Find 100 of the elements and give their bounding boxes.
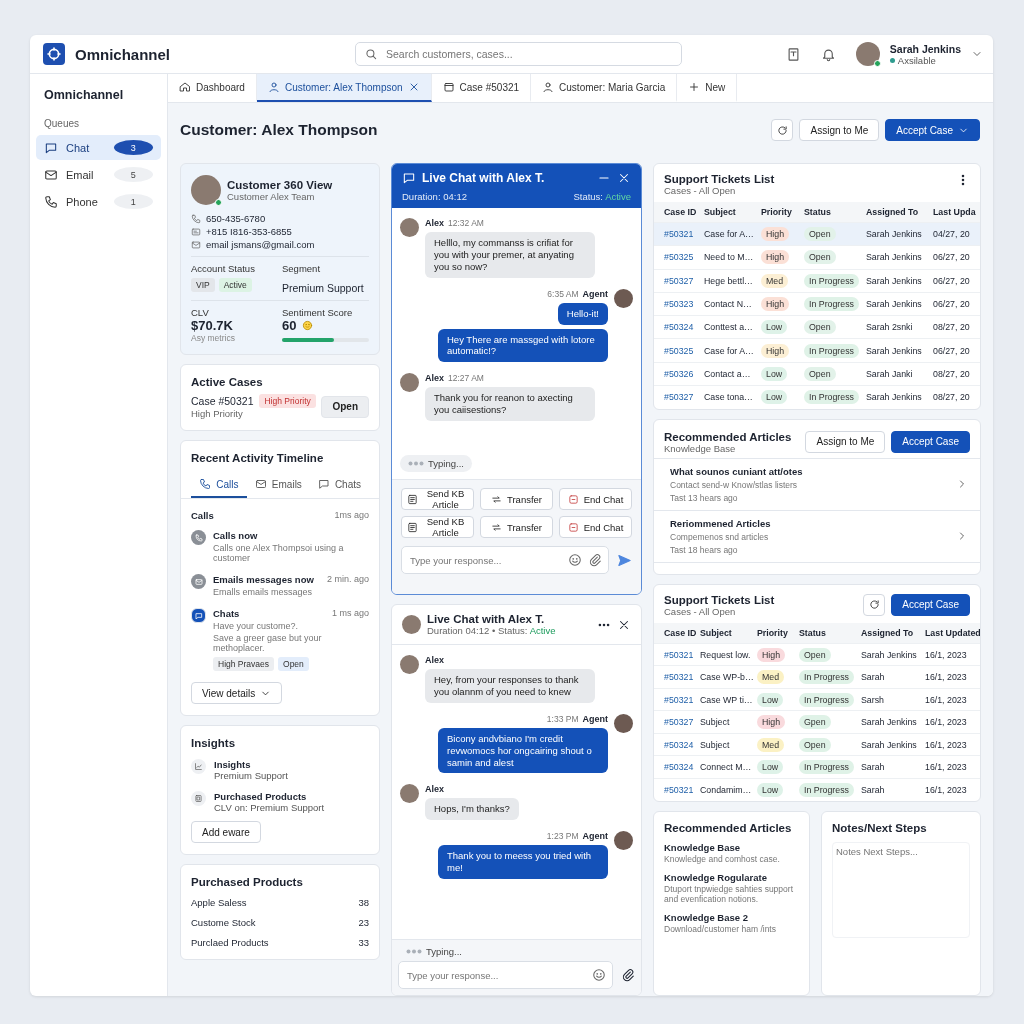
tab[interactable]: Emails bbox=[246, 472, 310, 498]
card-title: Notes/Next Steps bbox=[832, 821, 928, 834]
queue-item[interactable]: Chat 3 bbox=[36, 135, 161, 160]
online-status-icon bbox=[873, 60, 881, 67]
table-row[interactable]: #50323 Contact N… High In Progress Sarah Jenkins 06/27, 20 bbox=[654, 292, 980, 316]
table-cell: 16/1, 2023 bbox=[925, 755, 980, 779]
table-row[interactable]: #50327 Hege bettl… Med In Progress Sarah Jenkins 06/27, 20 bbox=[654, 269, 980, 293]
tab[interactable]: Chats bbox=[309, 472, 369, 498]
chat-status: Status: Active bbox=[573, 191, 631, 202]
accept-case-button[interactable]: Accept Case bbox=[891, 430, 970, 453]
column-header[interactable]: Status bbox=[799, 622, 861, 644]
action-button[interactable]: Send KB Article bbox=[401, 516, 474, 538]
column-header[interactable]: Assigned To bbox=[866, 202, 933, 223]
field-label: Sentiment Score bbox=[282, 307, 354, 318]
table-row[interactable]: #50324 Conttest a… Low Open Sarah 2snki 08/27, 20 bbox=[654, 315, 980, 339]
column-header[interactable]: Subject bbox=[704, 202, 761, 223]
message-input[interactable]: Type your response... bbox=[398, 961, 613, 989]
case-id-link[interactable]: #50324 bbox=[664, 322, 694, 333]
article-item[interactable]: Reriommened Articles Compemenos snd articles Tast 18 hears ago bbox=[654, 510, 980, 563]
action-button[interactable]: End Chat bbox=[559, 516, 632, 538]
case-id-link[interactable]: #50321 bbox=[664, 694, 694, 705]
open-button[interactable]: Open bbox=[321, 395, 369, 418]
table-cell: 06/27, 20 bbox=[933, 292, 980, 316]
table-row[interactable]: #50321 Case for A… High Open Sarah Jenkins 04/27, 20 bbox=[654, 222, 980, 246]
case-id-link[interactable]: #50326 bbox=[664, 368, 694, 379]
assign-button[interactable]: Assign to Me bbox=[805, 430, 886, 453]
table-row[interactable]: #50326 Contact a… Low Open Sarah Janki 08/27, 20 bbox=[654, 362, 980, 386]
agent-avatar bbox=[614, 713, 633, 733]
tab[interactable]: Customer: Alex Thompson bbox=[256, 74, 432, 102]
case-id-link[interactable]: #50323 bbox=[664, 299, 694, 310]
message-input[interactable]: Type your response... bbox=[401, 546, 609, 574]
clipboard-icon[interactable] bbox=[785, 46, 801, 62]
column-header[interactable]: Last Upda bbox=[933, 202, 980, 223]
message-input-text[interactable]: Type your response... bbox=[408, 553, 562, 567]
send-icon[interactable] bbox=[617, 552, 632, 568]
message-bubble: Hops, I'm thanks? bbox=[425, 798, 519, 821]
timeline-marker-icon bbox=[191, 574, 206, 589]
column-header[interactable]: Status bbox=[804, 202, 866, 223]
contact-text: 650-435-6780 bbox=[206, 213, 266, 224]
action-button[interactable]: Transfer bbox=[480, 488, 553, 510]
insight-text: CLV on: Premium Support bbox=[214, 802, 325, 813]
table-row[interactable]: #50325 Need to M… High Open Sarah Jenkins 06/27, 20 bbox=[654, 245, 980, 270]
assign-button[interactable]: Assign to Me bbox=[799, 119, 880, 141]
user-name: Sarah Jenkins bbox=[889, 42, 961, 55]
queue-item[interactable]: Phone 1 bbox=[36, 189, 161, 214]
tab[interactable]: Calls bbox=[191, 472, 247, 498]
column-header[interactable]: Case ID bbox=[654, 622, 700, 644]
column-header[interactable]: Case ID bbox=[654, 202, 704, 223]
insight-title: Purchased Products bbox=[214, 791, 308, 802]
status-badge: In Progress bbox=[804, 343, 859, 358]
case-id-link[interactable]: #50321 bbox=[664, 672, 694, 683]
article-title[interactable]: Knowledge Rogularate bbox=[664, 871, 799, 883]
card-subtitle: Knowledge Base bbox=[664, 442, 737, 454]
accept-case-button[interactable]: Accept Case bbox=[891, 593, 970, 616]
column-header[interactable]: Assigned To bbox=[861, 622, 925, 644]
queue-item[interactable]: Email 5 bbox=[36, 162, 161, 187]
case-id-link[interactable]: #50325 bbox=[664, 345, 694, 356]
article-title[interactable]: Knowledge Base bbox=[664, 841, 799, 853]
emoji-icon[interactable] bbox=[568, 553, 582, 567]
article-time: Tast 13 hears ago bbox=[670, 492, 739, 503]
table-cell: Conttest a… bbox=[704, 315, 761, 339]
column-header[interactable]: Priority bbox=[761, 202, 804, 223]
table-row[interactable]: #50325 Case for A… High In Progress Sarah Jenkins 06/27, 20 bbox=[654, 339, 980, 363]
action-button[interactable]: End Chat bbox=[559, 488, 632, 510]
search-input[interactable]: Search customers, cases... bbox=[384, 47, 674, 61]
article-item[interactable]: What sounos cuniant att/otes Contact send-w Know/stlas listers Tast 13 hears ago bbox=[654, 458, 980, 511]
refresh-button[interactable] bbox=[771, 119, 794, 141]
case-id-link[interactable]: #50327 bbox=[664, 275, 694, 286]
action-button[interactable]: Send KB Article bbox=[401, 488, 474, 510]
timestamp: 1 ms ago bbox=[331, 608, 369, 619]
column-header[interactable]: Subject bbox=[700, 622, 757, 644]
article-title[interactable]: Knowledge Base 2 bbox=[664, 911, 799, 923]
emoji-icon[interactable] bbox=[592, 968, 606, 982]
column-header[interactable]: Priority bbox=[757, 622, 799, 644]
product-name: Purclaed Products bbox=[191, 937, 269, 948]
case-id-link[interactable]: #50327 bbox=[664, 392, 694, 403]
refresh-button[interactable] bbox=[863, 593, 886, 616]
view-details-button[interactable]: View details bbox=[191, 682, 283, 704]
user-avatar[interactable] bbox=[855, 42, 880, 66]
accept-case-button[interactable]: Accept Case bbox=[885, 119, 980, 141]
article-title: What sounos cuniant att/otes bbox=[670, 465, 804, 477]
action-button[interactable]: Transfer bbox=[480, 516, 553, 538]
case-id-link[interactable]: #50324 bbox=[664, 739, 694, 750]
case-id-link[interactable]: #50325 bbox=[664, 252, 694, 263]
notification-bell-icon[interactable] bbox=[820, 46, 836, 62]
case-id-link[interactable]: #50321 bbox=[664, 649, 694, 660]
message-time: 6:35 AM bbox=[547, 288, 579, 299]
column-header[interactable]: Last Updated bbox=[925, 622, 980, 644]
notes-field[interactable]: Notes Next Steps... bbox=[832, 841, 970, 938]
attachment-icon[interactable] bbox=[621, 968, 635, 982]
agent-avatar bbox=[614, 288, 633, 308]
message-input-text[interactable]: Type your response... bbox=[405, 968, 586, 982]
search-field[interactable]: Search customers, cases... bbox=[355, 42, 683, 66]
table-row[interactable]: #50327 Case tona… Low In Progress Sarah Jenkins 08/27, 20 bbox=[654, 385, 980, 409]
case-id-link[interactable]: #50324 bbox=[664, 762, 694, 773]
user-status: Axsilable bbox=[889, 54, 961, 66]
close-icon[interactable] bbox=[617, 171, 631, 185]
case-id-link[interactable]: #50327 bbox=[664, 717, 694, 728]
case-id-link[interactable]: #50321 bbox=[664, 784, 694, 795]
add-button[interactable]: Add eware bbox=[191, 821, 261, 843]
